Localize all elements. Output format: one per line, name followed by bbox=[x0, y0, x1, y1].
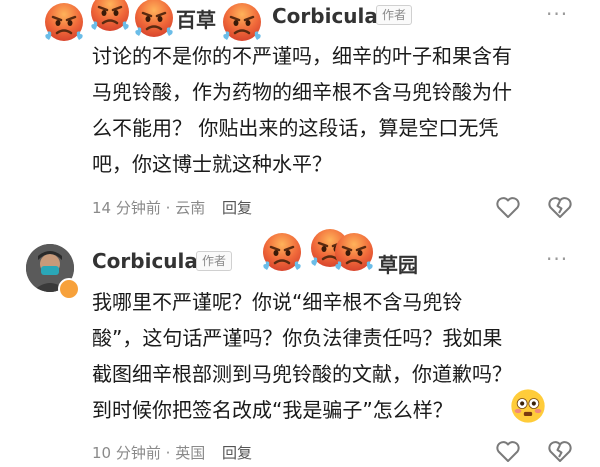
flushed-face-emoji bbox=[508, 386, 548, 426]
comment-body: 讨论的不是你的不严谨吗，细辛的叶子和果含有 马兜铃酸，作为药物的细辛根不含马兜铃… bbox=[92, 38, 592, 182]
comment-meta: 10 分钟前 · 英国 回复 bbox=[92, 444, 252, 462]
broken-heart-icon[interactable] bbox=[547, 440, 573, 464]
heart-icon[interactable] bbox=[495, 440, 521, 464]
comment-line: 马兜铃酸，作为药物的细辛根不含马兜铃酸为什 bbox=[92, 80, 512, 104]
comment-meta: 14 分钟前 · 云南 回复 bbox=[92, 199, 252, 217]
author-tag: 作者 bbox=[376, 5, 413, 25]
angry-face-emoji bbox=[258, 230, 306, 278]
comment-line: 酸”，这句话严谨吗？你负法律责任吗？我如果 bbox=[92, 326, 503, 350]
author-name[interactable]: Corbicula bbox=[272, 4, 378, 28]
comment-time: 14 分钟前 bbox=[92, 199, 161, 217]
angry-face-emoji bbox=[40, 0, 88, 48]
comment-line: 讨论的不是你的不严谨吗，细辛的叶子和果含有 bbox=[92, 44, 512, 68]
reply-button[interactable]: 回复 bbox=[222, 199, 252, 217]
angry-face-emoji bbox=[330, 230, 378, 278]
author-name[interactable]: Corbicula bbox=[92, 249, 198, 273]
angry-face-emoji bbox=[86, 0, 134, 38]
comment-line: 我哪里不严谨呢？你说“细辛根不含马兜铃 bbox=[92, 290, 463, 314]
comment-time: 10 分钟前 bbox=[92, 444, 161, 462]
commenter-name-partial[interactable]: 百草 bbox=[176, 4, 216, 33]
heart-icon[interactable] bbox=[495, 196, 521, 220]
broken-heart-icon[interactable] bbox=[547, 196, 573, 220]
reply-button[interactable]: 回复 bbox=[222, 444, 252, 462]
more-dots-icon[interactable]: ··· bbox=[546, 2, 568, 26]
comment-line: 吧，你这博士就这种水平？ bbox=[92, 152, 332, 176]
verified-badge bbox=[58, 278, 80, 300]
more-dots-icon[interactable]: ··· bbox=[546, 247, 568, 271]
comment-location: 英国 bbox=[175, 444, 206, 462]
comment-location: 云南 bbox=[175, 199, 206, 217]
commenter-name-partial[interactable]: 草园 bbox=[378, 249, 418, 278]
comment-line: 么不能用？ 你贴出来的这段话，算是空口无凭 bbox=[92, 116, 499, 140]
author-tag: 作者 bbox=[196, 251, 233, 271]
